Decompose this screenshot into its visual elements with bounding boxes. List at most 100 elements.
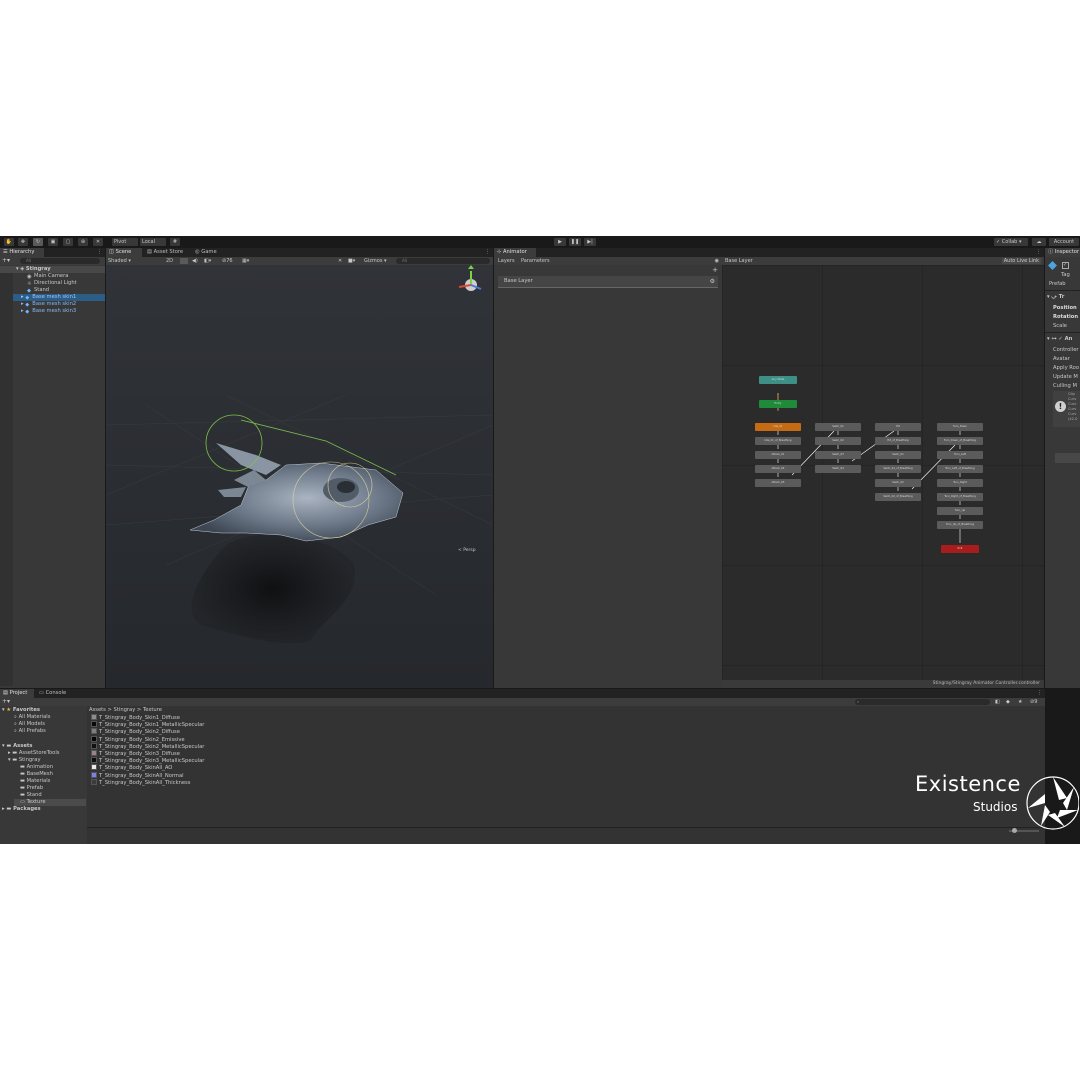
- file-row[interactable]: T_Stingray_Body_SkinAll_Thickness: [91, 778, 190, 786]
- transform-header[interactable]: ▾ ⤻ Tr: [1047, 294, 1064, 301]
- scene-viewport[interactable]: [106, 265, 493, 688]
- tab-parameters[interactable]: Parameters: [521, 257, 550, 265]
- hierarchy-item-base-mesh-skin1[interactable]: ▸ ◆ Base mesh skin1: [13, 294, 105, 301]
- rotate-tool-icon[interactable]: ↻: [33, 238, 43, 246]
- file-row[interactable]: T_Stingray_Body_SkinAll_AO: [91, 764, 172, 771]
- state-attack-01[interactable]: Attack_01: [755, 451, 801, 459]
- breadcrumb-texture[interactable]: Texture: [143, 707, 162, 713]
- layer-row-base[interactable]: Base Layer ⚙: [498, 276, 718, 288]
- pivot-toggle[interactable]: Pivot: [112, 238, 138, 246]
- tab-asset-store[interactable]: ▤ Asset Store: [144, 248, 190, 257]
- rect-tool-icon[interactable]: ▢: [63, 238, 73, 246]
- project-search-input[interactable]: ⌕: [855, 699, 990, 705]
- panel-menu-icon[interactable]: ⋮: [1036, 249, 1041, 255]
- state-col3-swim-01[interactable]: Swim_01: [875, 451, 921, 459]
- folder-stand[interactable]: ▬ Stand: [20, 792, 42, 799]
- hierarchy-search-input[interactable]: All: [20, 258, 100, 264]
- local-toggle[interactable]: Local: [140, 238, 166, 246]
- folder-animation[interactable]: ▬ Animation: [20, 764, 53, 771]
- state-attack-02[interactable]: Attack_02: [755, 465, 801, 473]
- active-checkbox[interactable]: ✓: [1062, 262, 1069, 269]
- state-entry[interactable]: Entry: [759, 400, 797, 408]
- state-exit[interactable]: Exit: [941, 545, 979, 553]
- folder-texture[interactable]: ▭ Texture: [14, 799, 86, 806]
- collab-dropdown[interactable]: ✓ Collab ▾: [994, 238, 1028, 246]
- state-col3-swim-02[interactable]: Swim_02: [875, 479, 921, 487]
- shading-dropdown[interactable]: Shaded ▾: [108, 257, 131, 265]
- state-col3-swim-01-breathing[interactable]: Swim_01_of_Breathing: [875, 465, 921, 473]
- scene-search-input[interactable]: All: [396, 258, 490, 264]
- state-idle-breathing[interactable]: Idle_01_of_Breathing: [755, 437, 801, 445]
- layer-settings-icon[interactable]: ⚙: [710, 276, 715, 287]
- add-icon[interactable]: +▾: [2, 257, 10, 264]
- state-attack-03[interactable]: Attack_03: [755, 479, 801, 487]
- camera-dropdown-icon[interactable]: ■▾: [348, 257, 355, 265]
- assets-header[interactable]: ▾ ▬ Assets: [2, 743, 32, 750]
- state-turn-down-breathing[interactable]: Turn_Down_of_Breathing: [937, 437, 983, 445]
- favorites-header[interactable]: ▾ ★ Favorites: [2, 707, 40, 714]
- tab-console[interactable]: ▭ Console: [36, 689, 72, 698]
- audio-toggle-icon[interactable]: ◀): [192, 257, 198, 265]
- eye-icon[interactable]: ◉: [715, 257, 719, 265]
- tab-project[interactable]: ▤ Project: [0, 689, 34, 698]
- auto-live-link-button[interactable]: Auto Live Link: [1001, 258, 1041, 264]
- pause-button[interactable]: ❚❚: [569, 238, 581, 246]
- state-turn-left-breathing[interactable]: Turn_Left_of_Breathing: [937, 465, 983, 473]
- move-tool-icon[interactable]: ✥: [18, 238, 28, 246]
- state-idle-01[interactable]: Idle_01: [755, 423, 801, 431]
- state-turn-up-breathing[interactable]: Turn_Up_of_Breathing: [937, 521, 983, 529]
- step-button[interactable]: ▶|: [584, 238, 596, 246]
- file-row[interactable]: T_Stingray_Body_Skin2_MetallicSpecular: [91, 742, 204, 750]
- tools-icon[interactable]: ✕: [338, 257, 342, 265]
- file-row[interactable]: T_Stingray_Body_Skin1_MetallicSpecular: [91, 721, 204, 728]
- custom-tool-icon[interactable]: ✕: [93, 238, 103, 246]
- file-row[interactable]: T_Stingray_Body_Skin3_Diffuse: [91, 750, 180, 757]
- hierarchy-item-base-mesh-skin2[interactable]: ▸ ◆ Base mesh skin2: [21, 301, 76, 308]
- state-turn-right[interactable]: Turn_Right: [937, 479, 983, 487]
- packages-header[interactable]: ▸ ▬ Packages: [2, 806, 41, 813]
- file-row[interactable]: T_Stingray_Body_SkinAll_Normal: [91, 771, 184, 779]
- grid-snap-icon[interactable]: #: [170, 238, 180, 246]
- tab-game[interactable]: ◎ Game: [192, 248, 226, 257]
- hand-tool-icon[interactable]: ✋: [4, 238, 14, 246]
- tab-inspector[interactable]: ⓘ Inspector: [1045, 248, 1080, 257]
- panel-menu-icon[interactable]: ⋮: [1037, 690, 1042, 696]
- tab-animator[interactable]: ⊹ Animator: [494, 248, 536, 257]
- breadcrumb-assets[interactable]: Assets: [89, 707, 106, 713]
- folder-materials[interactable]: ▬ Materials: [20, 778, 50, 785]
- file-row[interactable]: T_Stingray_Body_Skin3_MetallicSpecular: [91, 757, 204, 764]
- tab-scene[interactable]: ◫ Scene: [106, 248, 142, 257]
- breadcrumb-stingray[interactable]: Stingray: [114, 707, 136, 713]
- tab-layers[interactable]: Layers: [498, 257, 515, 265]
- file-row[interactable]: T_Stingray_Body_Skin1_Diffuse: [91, 714, 180, 721]
- grid-dropdown-icon[interactable]: ▦▾: [242, 257, 249, 265]
- perspective-label[interactable]: < Persp: [458, 548, 476, 553]
- state-hit-breathing[interactable]: Hit_of_Breathing: [875, 437, 921, 445]
- state-col3-swim-02-breathing[interactable]: Swim_02_of_Breathing: [875, 493, 921, 501]
- hierarchy-item-main-camera[interactable]: ◉ Main Camera: [27, 273, 68, 280]
- tab-hierarchy[interactable]: ☰ Hierarchy: [0, 248, 44, 257]
- favorite-all-prefabs[interactable]: ⌕ All Prefabs: [14, 728, 46, 735]
- effects-dropdown-icon[interactable]: ◧▾: [204, 257, 211, 265]
- state-hit[interactable]: Hit: [875, 423, 921, 431]
- folder-stingray[interactable]: ▾ ▬ Stingray: [8, 757, 41, 764]
- favorite-star-icon[interactable]: ★: [1018, 698, 1022, 706]
- folder-basemesh[interactable]: ▬ BaseMesh: [20, 771, 53, 778]
- hidden-count[interactable]: ⊘9: [1030, 698, 1037, 706]
- play-button[interactable]: ▶: [554, 238, 566, 246]
- lighting-toggle-icon[interactable]: [180, 258, 188, 264]
- gizmos-dropdown[interactable]: Gizmos ▾: [364, 257, 387, 265]
- hidden-objects-toggle[interactable]: ⊘76: [222, 257, 233, 265]
- hierarchy-item-stand[interactable]: ◆ Stand: [27, 287, 49, 294]
- create-asset-icon[interactable]: +▾: [2, 698, 10, 706]
- account-dropdown[interactable]: Account: [1049, 238, 1079, 246]
- state-turn-left[interactable]: Turn_Left: [937, 451, 983, 459]
- favorite-all-models[interactable]: ⌕ All Models: [14, 721, 45, 728]
- filter-label-icon[interactable]: ◆: [1006, 698, 1010, 706]
- state-turn-right-breathing[interactable]: Turn_Right_of_Breathing: [937, 493, 983, 501]
- animator-breadcrumb[interactable]: Base Layer: [725, 257, 753, 265]
- add-layer-icon[interactable]: +: [712, 266, 718, 274]
- hierarchy-root-row[interactable]: ▾ ◈ Stingray: [0, 266, 105, 273]
- hierarchy-item-directional-light[interactable]: ☼ Directional Light: [27, 280, 77, 287]
- 2d-toggle[interactable]: 2D: [166, 257, 173, 265]
